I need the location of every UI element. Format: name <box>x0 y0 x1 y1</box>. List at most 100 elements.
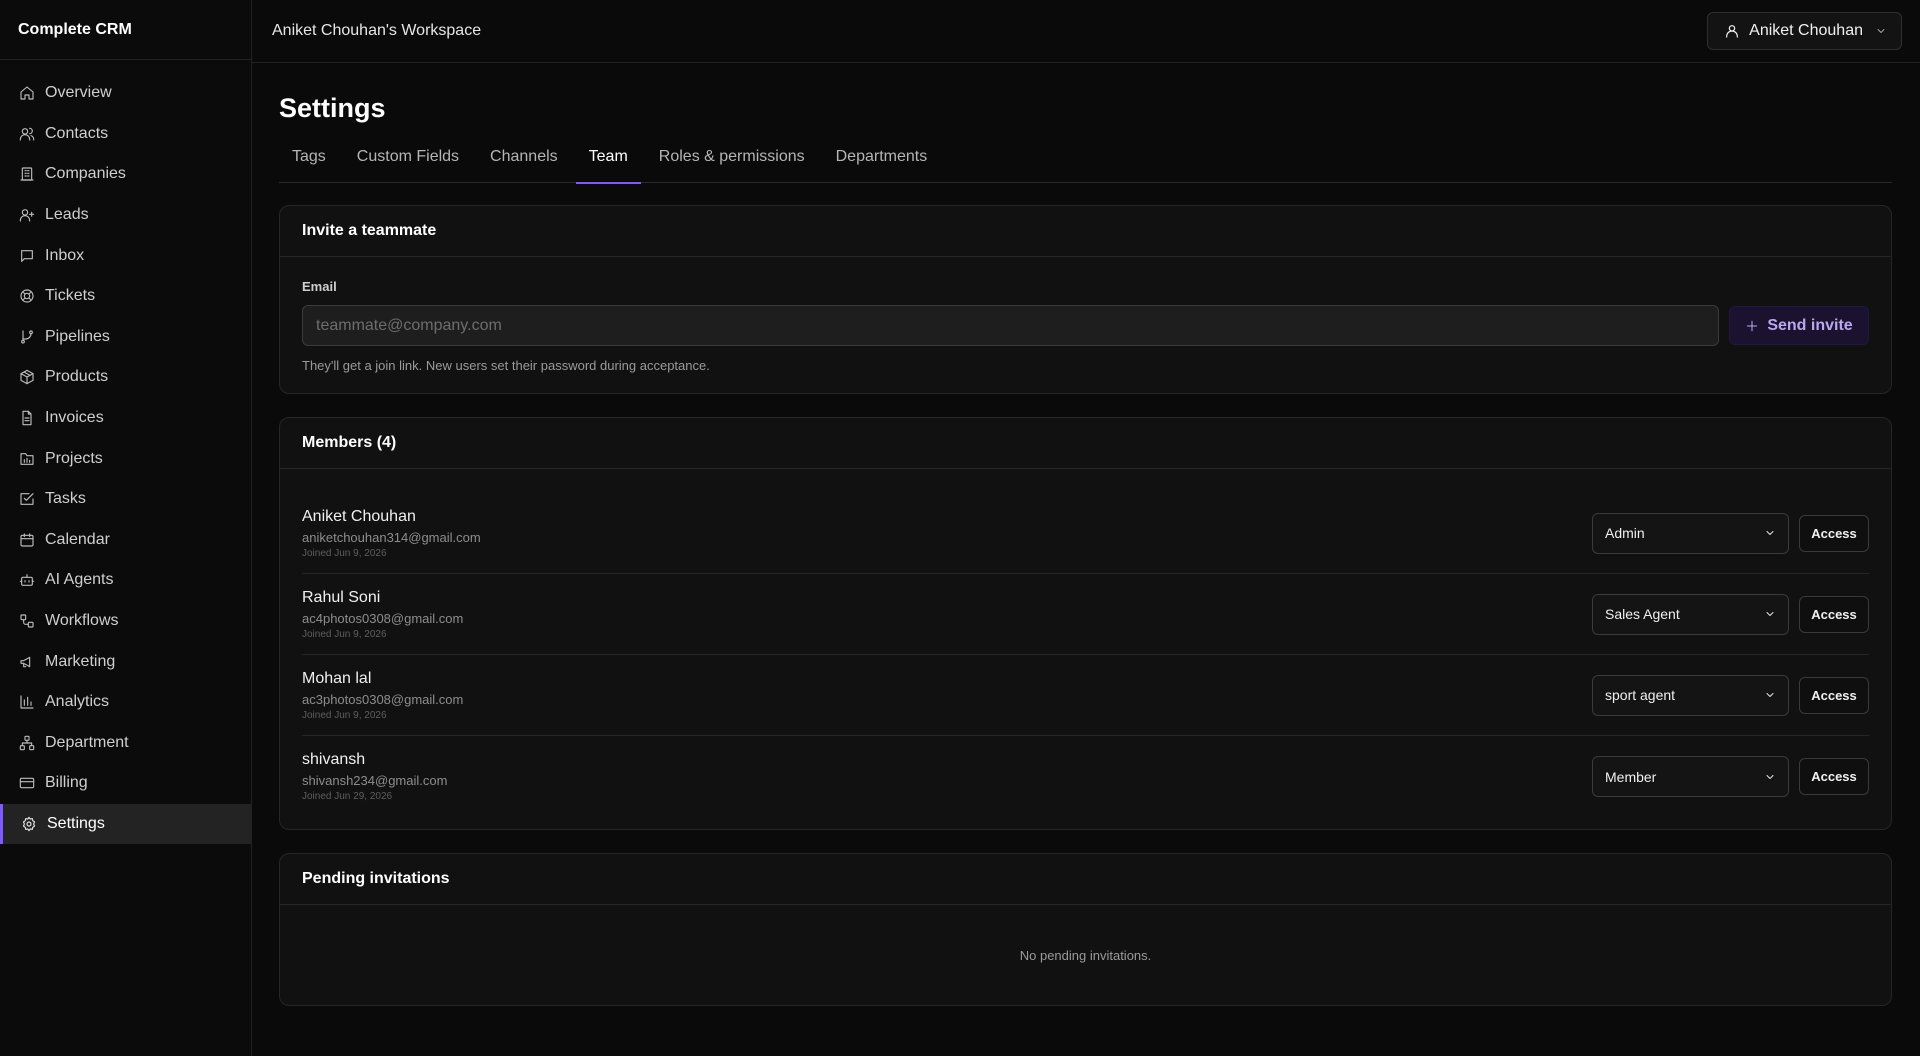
member-controls: sport agent Access <box>1592 674 1869 716</box>
users-icon <box>18 125 36 143</box>
sidebar-item-label: Contacts <box>45 124 109 142</box>
settings-content: Settings Tags Custom Fields Channels Tea… <box>252 63 1920 1029</box>
sidebar-item-label: Analytics <box>45 693 110 711</box>
topbar: Aniket Chouhan's Workspace Aniket Chouha… <box>252 0 1920 63</box>
invite-help-text: They'll get a join link. New users set t… <box>302 358 710 373</box>
package-icon <box>18 368 36 386</box>
building-icon <box>18 165 36 183</box>
member-row: Mohan lal ac3photos0308@gmail.com Joined… <box>302 655 1869 736</box>
sidebar-item-label: Pipelines <box>45 327 110 345</box>
network-icon <box>18 734 36 752</box>
member-email: ac4photos0308@gmail.com <box>302 610 464 626</box>
sidebar-item-invoices[interactable]: Invoices <box>0 398 251 439</box>
access-button[interactable]: Access <box>1799 758 1869 795</box>
sidebar-item-label: Workflows <box>45 612 119 630</box>
role-select[interactable]: sport agent <box>1592 674 1789 716</box>
role-select[interactable]: Sales Agent <box>1592 593 1789 635</box>
email-field[interactable] <box>302 305 1719 346</box>
sidebar-item-label: Leads <box>45 206 89 224</box>
role-select-value: Sales Agent <box>1605 606 1680 622</box>
sidebar-item-contacts[interactable]: Contacts <box>0 114 251 155</box>
tab-custom-fields[interactable]: Custom Fields <box>344 144 472 183</box>
member-controls: Sales Agent Access <box>1592 593 1869 635</box>
sidebar-item-products[interactable]: Products <box>0 357 251 398</box>
tab-channels[interactable]: Channels <box>477 144 571 183</box>
member-joined: Joined Jun 9, 2026 <box>302 547 387 559</box>
lifebuoy-icon <box>18 287 36 305</box>
sidebar-item-companies[interactable]: Companies <box>0 154 251 195</box>
sidebar-item-leads[interactable]: Leads <box>0 195 251 236</box>
bot-icon <box>18 571 36 589</box>
member-joined: Joined Jun 29, 2026 <box>302 791 393 802</box>
sidebar-item-overview[interactable]: Overview <box>0 73 251 114</box>
send-invite-label: Send invite <box>1767 316 1853 334</box>
check-square-icon <box>18 490 36 508</box>
sidebar-nav: Overview Contacts Companies Leads Inbox … <box>0 60 251 845</box>
role-select-value: Member <box>1605 768 1657 785</box>
member-email: ac3photos0308@gmail.com <box>302 691 464 707</box>
tab-team[interactable]: Team <box>575 144 641 184</box>
sidebar-item-pipelines[interactable]: Pipelines <box>0 317 251 358</box>
sidebar-item-label: Invoices <box>45 409 104 427</box>
sidebar-item-tasks[interactable]: Tasks <box>0 479 251 520</box>
sidebar-item-settings[interactable]: Settings <box>0 803 251 845</box>
member-row: Rahul Soni ac4photos0308@gmail.com Joine… <box>302 574 1869 655</box>
member-controls: Member Access <box>1592 756 1869 797</box>
sidebar-item-label: Calendar <box>45 530 110 548</box>
sidebar-item-marketing[interactable]: Marketing <box>0 641 251 682</box>
email-label: Email <box>302 279 337 294</box>
tab-departments[interactable]: Departments <box>823 144 941 183</box>
member-joined: Joined Jun 9, 2026 <box>302 709 387 721</box>
settings-tabs: Tags Custom Fields Channels Team Roles &… <box>279 144 1892 184</box>
sidebar-item-billing[interactable]: Billing <box>0 763 251 804</box>
bar-chart-icon <box>18 693 36 711</box>
sidebar-item-label: Projects <box>45 449 103 467</box>
sidebar: Complete CRM Overview Contacts Companies… <box>0 0 252 1056</box>
sidebar-item-projects[interactable]: Projects <box>0 438 251 479</box>
pending-invitations-title: Pending invitations <box>280 854 1891 905</box>
invite-card: Invite a teammate Email Send invite They… <box>279 205 1892 394</box>
sidebar-item-label: Companies <box>45 165 126 183</box>
sidebar-item-workflows[interactable]: Workflows <box>0 601 251 642</box>
invite-row: Send invite <box>302 305 1869 346</box>
brand-logo[interactable]: Complete CRM <box>0 0 251 60</box>
sidebar-item-label: Marketing <box>45 652 116 670</box>
members-card: Members (4) Aniket Chouhan aniketchouhan… <box>279 417 1892 830</box>
sidebar-item-calendar[interactable]: Calendar <box>0 520 251 561</box>
access-button[interactable]: Access <box>1799 676 1869 714</box>
chevron-down-icon <box>1875 25 1887 37</box>
role-select[interactable]: Admin <box>1592 512 1789 554</box>
role-select[interactable]: Member <box>1592 756 1789 797</box>
user-icon <box>1724 23 1740 39</box>
role-select-value: Admin <box>1605 525 1645 541</box>
user-menu-button[interactable]: Aniket Chouhan <box>1707 12 1902 50</box>
tab-roles-permissions[interactable]: Roles & permissions <box>646 144 818 183</box>
git-branch-icon <box>18 328 36 346</box>
sidebar-item-ai-agents[interactable]: AI Agents <box>0 560 251 601</box>
home-icon <box>18 84 36 102</box>
tab-tags[interactable]: Tags <box>279 144 339 183</box>
sidebar-item-label: Tasks <box>45 490 86 508</box>
sidebar-item-analytics[interactable]: Analytics <box>0 682 251 723</box>
sidebar-item-tickets[interactable]: Tickets <box>0 276 251 317</box>
member-info: shivansh shivansh234@gmail.com Joined Ju… <box>302 751 447 802</box>
gear-icon <box>20 815 38 833</box>
invite-card-title: Invite a teammate <box>280 206 1891 257</box>
user-menu-name: Aniket Chouhan <box>1749 22 1863 39</box>
app-root: Complete CRM Overview Contacts Companies… <box>0 0 1920 1056</box>
workspace-name: Aniket Chouhan's Workspace <box>272 22 482 39</box>
sidebar-item-department[interactable]: Department <box>0 723 251 764</box>
access-button[interactable]: Access <box>1799 514 1869 552</box>
member-row: shivansh shivansh234@gmail.com Joined Ju… <box>302 736 1869 817</box>
sidebar-item-label: Settings <box>47 814 105 832</box>
send-invite-button[interactable]: Send invite <box>1729 306 1869 345</box>
sidebar-item-inbox[interactable]: Inbox <box>0 235 251 276</box>
access-button[interactable]: Access <box>1799 595 1869 633</box>
chevron-down-icon <box>1764 689 1776 701</box>
chevron-down-icon <box>1764 527 1776 539</box>
user-plus-icon <box>18 206 36 224</box>
sidebar-item-label: Department <box>45 733 129 751</box>
sidebar-item-label: Overview <box>45 84 112 102</box>
workflow-icon <box>18 612 36 630</box>
chevron-down-icon <box>1764 608 1776 620</box>
